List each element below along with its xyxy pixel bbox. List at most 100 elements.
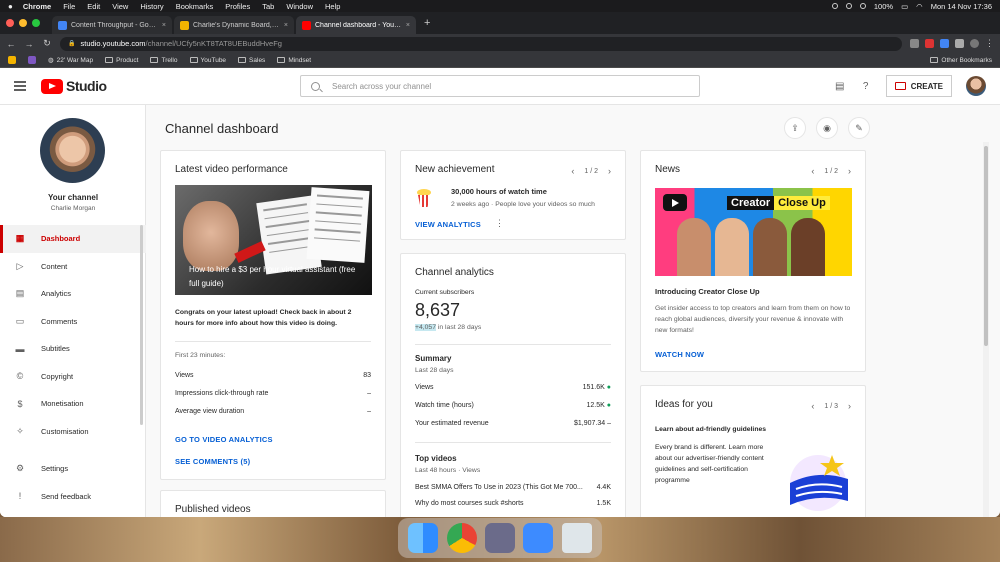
status-icon[interactable]	[845, 3, 852, 9]
upload-icon[interactable]: ⇪	[784, 117, 806, 139]
chevron-left-icon[interactable]: ‹	[811, 166, 814, 176]
extension-icon[interactable]	[940, 39, 949, 48]
chevron-right-icon[interactable]: ›	[848, 166, 851, 176]
sidebar-item-dashboard[interactable]: ▦ Dashboard	[0, 225, 146, 253]
sidebar-item-copyright[interactable]: © Copyright	[0, 363, 146, 391]
bookmark[interactable]	[8, 56, 16, 64]
keynote-icon[interactable]	[523, 523, 554, 553]
close-tab-icon[interactable]: ×	[284, 22, 288, 29]
watch-now-link[interactable]: WATCH NOW	[655, 350, 704, 359]
go-live-icon[interactable]: ◉	[816, 117, 838, 139]
menu-view[interactable]: View	[112, 2, 128, 11]
menu-file[interactable]: File	[63, 2, 75, 11]
sidebar-item-content[interactable]: ▷ Content	[0, 253, 146, 281]
more-options-icon[interactable]: ⋮	[495, 218, 504, 229]
menu-tab[interactable]: Tab	[262, 2, 274, 11]
studio-logo[interactable]: Studio	[41, 78, 107, 94]
scrollbar-thumb[interactable]	[984, 146, 988, 346]
finder-icon[interactable]	[408, 523, 439, 553]
launchpad-icon[interactable]	[484, 523, 515, 553]
see-comments-link[interactable]: SEE COMMENTS (5)	[175, 457, 250, 466]
search-icon	[311, 81, 320, 91]
search-placeholder: Search across your channel	[332, 81, 432, 91]
top-video-row[interactable]: Best SMMA Offers To Use in 2023 (This Go…	[415, 484, 611, 491]
sidebar-item-feedback[interactable]: ! Send feedback	[0, 483, 146, 511]
forward-icon[interactable]: →	[24, 39, 34, 49]
chevron-right-icon[interactable]: ›	[848, 401, 851, 411]
chevron-left-icon[interactable]: ‹	[571, 166, 574, 176]
card-title: News	[655, 164, 681, 175]
extension-icon[interactable]	[925, 39, 934, 48]
page-scrollbar[interactable]	[983, 142, 989, 517]
wifi-icon[interactable]: ◠	[916, 2, 923, 11]
bookmark-youtube[interactable]: YouTube	[189, 57, 226, 64]
browser-tab[interactable]: Charlie's Dynamic Board, Onli ×	[174, 16, 294, 34]
sidebar-item-comments[interactable]: ▭ Comments	[0, 308, 146, 336]
chevron-left-icon[interactable]: ‹	[811, 401, 814, 411]
close-tab-icon[interactable]: ×	[406, 22, 410, 29]
folder-icon	[930, 57, 939, 63]
address-bar: ← → ↻ 🔒 studio.youtube.com/channel/UCfy5…	[0, 34, 1000, 53]
create-post-icon[interactable]: ✎	[848, 117, 870, 139]
menu-dots-icon[interactable]: ⋮	[985, 39, 994, 48]
menu-bookmarks[interactable]: Bookmarks	[176, 2, 214, 11]
battery-percent[interactable]: 100%	[874, 2, 893, 11]
help-icon[interactable]: ?	[860, 80, 872, 92]
new-tab-icon[interactable]: +	[424, 17, 430, 29]
create-button[interactable]: CREATE	[885, 75, 952, 97]
bookmark-sales[interactable]: Sales	[238, 57, 265, 64]
menu-window[interactable]: Window	[286, 2, 313, 11]
sidebar-item-analytics[interactable]: ▤ Analytics	[0, 280, 146, 308]
account-avatar[interactable]	[966, 76, 986, 96]
channel-avatar[interactable]	[40, 118, 105, 183]
battery-icon[interactable]: ▭	[901, 2, 908, 11]
menu-app[interactable]: Chrome	[23, 2, 51, 11]
url-field[interactable]: 🔒 studio.youtube.com/channel/UCfy5nKT8TA…	[60, 36, 902, 51]
bookmark[interactable]	[28, 56, 36, 64]
banner-text-2: Close Up	[774, 196, 830, 210]
reload-icon[interactable]: ↻	[42, 38, 52, 49]
go-to-video-analytics-link[interactable]: GO TO VIDEO ANALYTICS	[175, 435, 273, 444]
search-input[interactable]: Search across your channel	[300, 75, 700, 97]
clock[interactable]: Mon 14 Nov 17:36	[931, 2, 992, 11]
sidebar-item-monetisation[interactable]: $ Monetisation	[0, 390, 146, 418]
apple-icon[interactable]: ●	[8, 2, 13, 11]
minimize-window-button[interactable]	[19, 19, 27, 27]
hamburger-menu-icon[interactable]	[14, 81, 26, 91]
status-icon[interactable]	[859, 3, 866, 9]
close-window-button[interactable]	[6, 19, 14, 27]
menu-history[interactable]: History	[140, 2, 163, 11]
chrome-icon[interactable]	[446, 523, 477, 553]
menu-profiles[interactable]: Profiles	[225, 2, 250, 11]
other-bookmarks[interactable]: Other Bookmarks	[930, 57, 992, 64]
zoom-window-button[interactable]	[32, 19, 40, 27]
sidebar-scrollbar[interactable]	[140, 225, 143, 425]
metric-value: –	[367, 408, 371, 415]
bookmark-war-map[interactable]: ◍ 22' War Map	[48, 56, 93, 65]
browser-tab[interactable]: Content Throughput - Google ×	[52, 16, 172, 34]
bookmark-mindset[interactable]: Mindset	[277, 57, 311, 64]
puzzle-icon[interactable]	[955, 39, 964, 48]
close-tab-icon[interactable]: ×	[162, 22, 166, 29]
extension-icon[interactable]	[910, 39, 919, 48]
lock-icon[interactable]: 🔒	[68, 40, 75, 47]
news-image[interactable]: Creator Close Up	[655, 188, 852, 276]
bookmark-product[interactable]: Product	[105, 57, 138, 64]
status-icon[interactable]	[831, 3, 838, 9]
messages-icon[interactable]: ▤	[834, 80, 846, 92]
menu-edit[interactable]: Edit	[87, 2, 100, 11]
video-thumbnail[interactable]: How to hire a $3 per hour virtual assist…	[175, 185, 372, 295]
sidebar-nav: ▦ Dashboard ▷ Content ▤ Analytics ▭ Comments…	[0, 225, 146, 445]
chevron-right-icon[interactable]: ›	[608, 166, 611, 176]
sidebar-item-subtitles[interactable]: ▬ Subtitles	[0, 335, 146, 363]
sidebar-item-customisation[interactable]: ✧ Customisation	[0, 418, 146, 446]
top-video-row[interactable]: Why do most courses suck #shorts 1.5K	[415, 500, 611, 507]
profile-icon[interactable]	[970, 39, 979, 48]
bookmark-trello[interactable]: Trello	[150, 57, 178, 64]
back-icon[interactable]: ←	[6, 39, 16, 49]
menu-help[interactable]: Help	[325, 2, 340, 11]
sidebar-item-settings[interactable]: ⚙ Settings	[0, 455, 146, 483]
trash-icon[interactable]	[561, 523, 592, 553]
browser-tab-active[interactable]: Channel dashboard - YouTube ×	[296, 16, 416, 34]
view-analytics-link[interactable]: VIEW ANALYTICS	[415, 220, 481, 229]
